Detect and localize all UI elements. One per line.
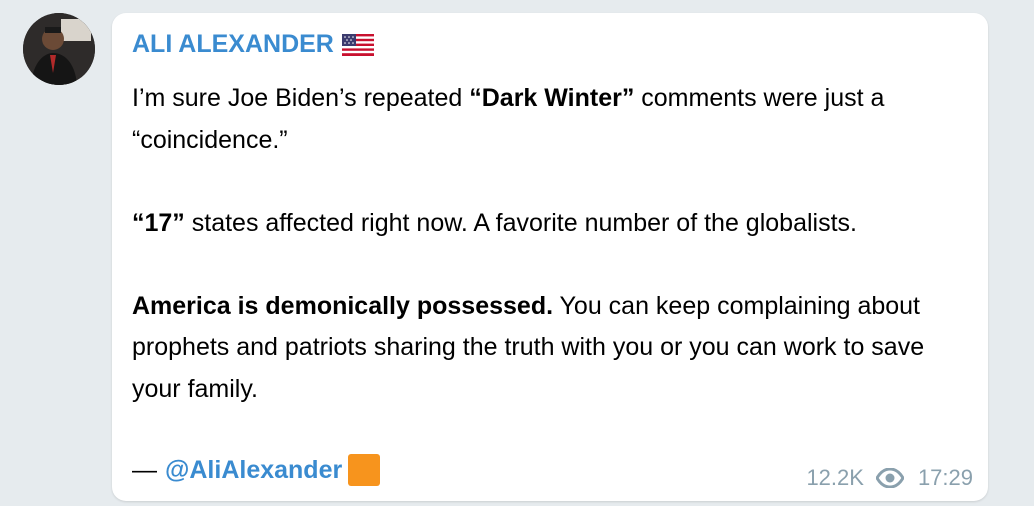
signature-handle-link[interactable]: @AliAlexander [165, 456, 342, 485]
avatar[interactable] [23, 13, 95, 85]
message-paragraph-2: “17” states affected right now. A favori… [132, 208, 857, 237]
message-meta: 12.2K 17:29 [806, 465, 973, 491]
view-count: 12.2K [806, 465, 864, 490]
signature-dash: — [132, 455, 157, 484]
message-time: 17:29 [917, 465, 973, 490]
signature: — @AliAlexander [132, 454, 381, 486]
message-paragraph-3: America is demonically possessed. You ca… [132, 291, 925, 403]
sender-header[interactable]: ALI ALEXANDER [132, 30, 374, 59]
us-flag-icon [341, 33, 374, 56]
message-text: I’m sure Joe Biden’s repeated “Dark Wint… [132, 78, 972, 410]
eye-icon [875, 467, 905, 489]
message-bubble: ALI ALEXANDER I’m sure Joe Biden’s repea… [112, 13, 988, 501]
orange-square-icon [348, 454, 381, 486]
message-paragraph-1: I’m sure Joe Biden’s repeated “Dark Wint… [132, 84, 885, 154]
sender-name[interactable]: ALI ALEXANDER [132, 30, 334, 59]
